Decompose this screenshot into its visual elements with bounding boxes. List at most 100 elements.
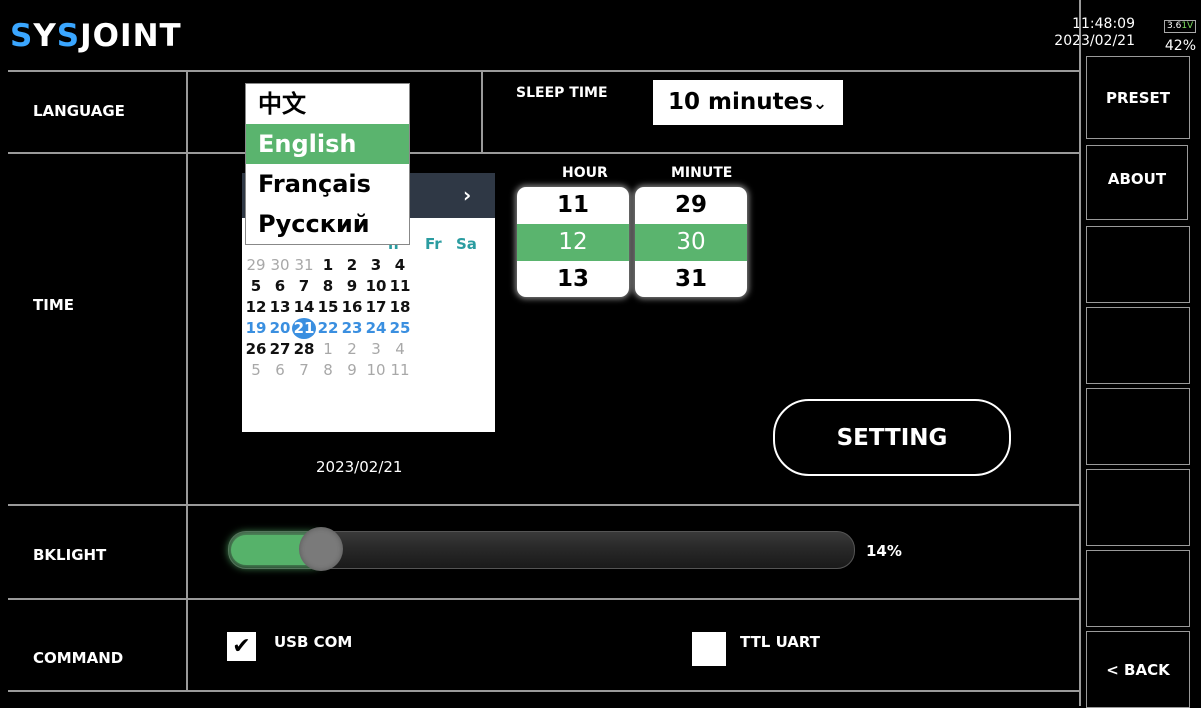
preset-button[interactable]: PRESET [1086, 56, 1190, 139]
sleep-time-value: 10 minutes [668, 89, 813, 115]
hour-spinner[interactable]: 11 12 13 [517, 187, 629, 297]
calendar-day[interactable]: 26 [244, 339, 268, 360]
battery-percent: 42% [1164, 38, 1196, 54]
hour-label: HOUR [562, 165, 608, 181]
calendar-day[interactable]: 3 [364, 255, 388, 276]
language-dropdown[interactable]: 中文 English Français Русский [245, 83, 410, 245]
calendar-day[interactable]: 29 [244, 255, 268, 276]
calendar-day[interactable]: 5 [244, 276, 268, 297]
calendar-day[interactable]: 27 [268, 339, 292, 360]
calendar-week: 12 13 14 15 16 17 18 [244, 297, 496, 318]
calendar-day[interactable]: 1 [316, 339, 340, 360]
calendar-week-current: 19 20 21 22 23 24 25 [244, 318, 496, 339]
back-button[interactable]: < BACK [1086, 631, 1190, 708]
checkmark-icon: ✔ [232, 634, 251, 659]
calendar-day[interactable]: 8 [316, 276, 340, 297]
calendar-day[interactable]: 13 [268, 297, 292, 318]
language-option[interactable]: Français [246, 164, 409, 204]
clock-date: 2023/02/21 [1054, 33, 1135, 49]
calendar-day[interactable]: 4 [388, 339, 412, 360]
calendar-day[interactable]: 9 [340, 360, 364, 381]
calendar-day[interactable]: 6 [268, 276, 292, 297]
calendar-day[interactable]: 10 [364, 360, 388, 381]
weekday-label: Sa [456, 235, 477, 253]
minute-option[interactable]: 31 [635, 261, 747, 297]
language-option[interactable]: Русский [246, 204, 409, 244]
brand-logo: SYSJOINT [10, 18, 182, 54]
calendar-day[interactable]: 11 [388, 360, 412, 381]
minute-label: MINUTE [671, 165, 733, 181]
battery-indicator: 3.61V 42% [1164, 16, 1197, 54]
calendar-day[interactable]: 8 [316, 360, 340, 381]
sleep-time-select[interactable]: 10 minutes⌄ [653, 80, 843, 125]
bklight-label: BKLIGHT [33, 546, 107, 564]
calendar-day[interactable]: 17 [364, 297, 388, 318]
side-button-3[interactable] [1086, 226, 1190, 303]
ttl-uart-checkbox[interactable] [692, 632, 726, 666]
calendar-day[interactable]: 15 [316, 297, 340, 318]
sleep-time-label: SLEEP TIME [516, 85, 608, 101]
divider [8, 70, 1080, 72]
calendar-day[interactable]: 5 [244, 360, 268, 381]
calendar-day[interactable]: 14 [292, 297, 316, 318]
calendar-day[interactable]: 25 [388, 318, 412, 339]
calendar-week: 26 27 28 1 2 3 4 [244, 339, 496, 360]
divider [186, 70, 188, 692]
calendar-grid: 29 30 31 1 2 3 4 5 6 7 8 9 10 11 12 13 1… [244, 255, 496, 381]
calendar-day[interactable]: 16 [340, 297, 364, 318]
divider [8, 152, 1080, 154]
calendar-day[interactable]: 18 [388, 297, 412, 318]
calendar-day[interactable]: 11 [388, 276, 412, 297]
calendar-day[interactable]: 1 [316, 255, 340, 276]
clock-time: 11:48:09 [1072, 16, 1135, 32]
divider [8, 504, 1080, 506]
hour-option[interactable]: 13 [517, 261, 629, 297]
calendar-day[interactable]: 6 [268, 360, 292, 381]
divider [8, 598, 1080, 600]
calendar-day[interactable]: 31 [292, 255, 316, 276]
language-label: LANGUAGE [33, 102, 125, 120]
calendar-day[interactable]: 12 [244, 297, 268, 318]
command-label: COMMAND [33, 649, 124, 667]
about-button[interactable]: ABOUT [1086, 145, 1188, 220]
calendar-day[interactable]: 22 [316, 318, 340, 339]
hour-option[interactable]: 11 [517, 187, 629, 224]
calendar-week: 5 6 7 8 9 10 11 [244, 360, 496, 381]
hour-option-selected[interactable]: 12 [517, 224, 629, 261]
calendar-day[interactable]: 23 [340, 318, 364, 339]
calendar-week: 29 30 31 1 2 3 4 [244, 255, 496, 276]
calendar-day[interactable]: 20 [268, 318, 292, 339]
chevron-right-icon[interactable]: › [463, 183, 471, 207]
calendar-day[interactable]: 7 [292, 360, 316, 381]
calendar-day[interactable]: 24 [364, 318, 388, 339]
calendar-day[interactable]: 2 [340, 339, 364, 360]
weekday-label: Fr [425, 235, 442, 253]
setting-button[interactable]: SETTING [773, 399, 1011, 476]
minute-option[interactable]: 29 [635, 187, 747, 224]
calendar-day[interactable]: 2 [340, 255, 364, 276]
side-button-5[interactable] [1086, 388, 1190, 465]
calendar-day[interactable]: 30 [268, 255, 292, 276]
divider [1079, 0, 1081, 706]
calendar-day[interactable]: 7 [292, 276, 316, 297]
side-button-7[interactable] [1086, 550, 1190, 627]
language-option-selected[interactable]: English [246, 124, 409, 164]
language-option[interactable]: 中文 [246, 84, 409, 124]
divider [8, 690, 1080, 692]
ttl-uart-label: TTL UART [740, 633, 821, 651]
calendar-day[interactable]: 19 [244, 318, 268, 339]
chevron-down-icon: ⌄ [812, 94, 828, 114]
calendar-day[interactable]: 9 [340, 276, 364, 297]
divider [481, 70, 483, 154]
side-button-6[interactable] [1086, 469, 1190, 546]
usb-com-checkbox[interactable]: ✔ [227, 632, 256, 661]
calendar-day[interactable]: 3 [364, 339, 388, 360]
minute-spinner[interactable]: 29 30 31 [635, 187, 747, 297]
calendar-day[interactable]: 10 [364, 276, 388, 297]
calendar-day[interactable]: 4 [388, 255, 412, 276]
side-button-4[interactable] [1086, 307, 1190, 384]
minute-option-selected[interactable]: 30 [635, 224, 747, 261]
calendar-day[interactable]: 28 [292, 339, 316, 360]
backlight-slider-handle[interactable] [299, 527, 343, 571]
calendar-day-selected[interactable]: 21 [292, 318, 316, 339]
